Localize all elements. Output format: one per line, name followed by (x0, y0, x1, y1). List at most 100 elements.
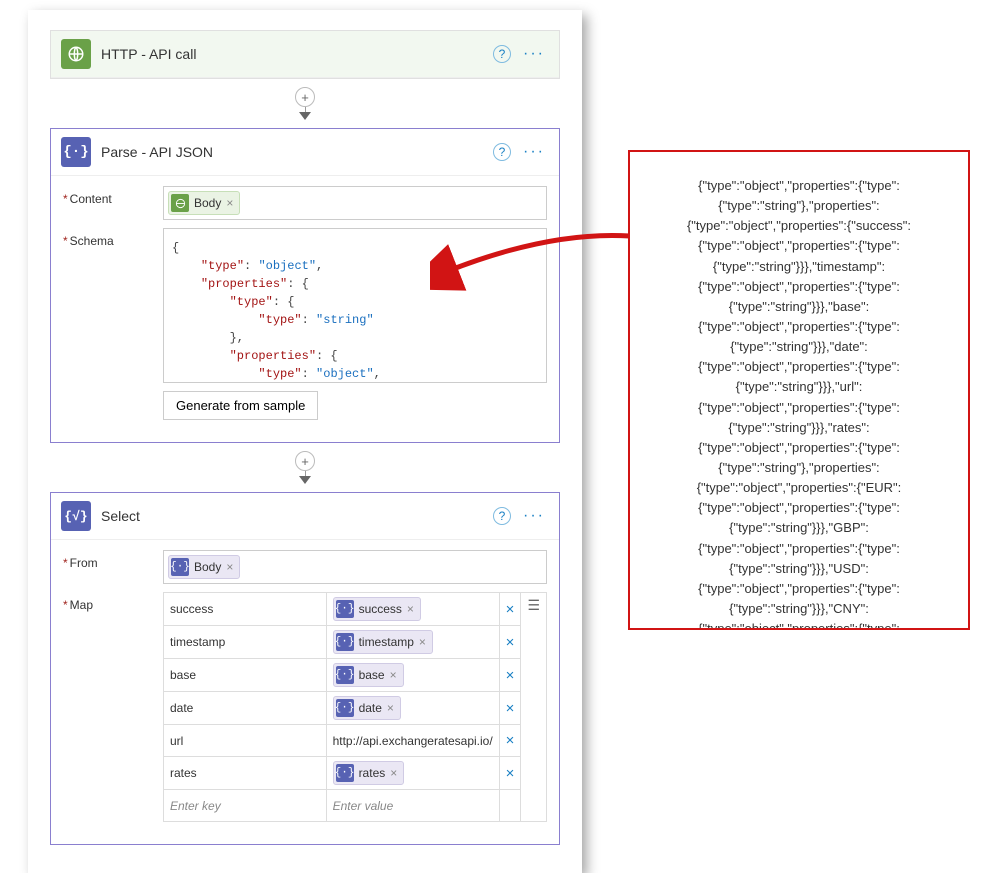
map-label: *Map (63, 592, 163, 612)
map-key-cell[interactable]: base (164, 659, 327, 692)
select-card[interactable]: {√} Select ? ··· *From {·} Body × (50, 492, 560, 845)
generate-from-sample-button[interactable]: Generate from sample (163, 391, 318, 420)
json-line: {"type":"object","properties":{"type": (644, 357, 954, 377)
remove-icon[interactable]: × (390, 766, 397, 780)
json-line: {"type":"object","properties":{"type": (644, 498, 954, 518)
torn-paper-bg: HTTP - API call ? ··· + {·} Parse - API … (28, 10, 582, 873)
arrow-down-icon (299, 112, 311, 120)
json-line: {"type":"object","properties":{"type": (644, 277, 954, 297)
parse-icon: {·} (61, 137, 91, 167)
map-row: timestamp{·}timestamp×× (164, 626, 547, 659)
json-line: {"type":"string"}}},"timestamp": (644, 257, 954, 277)
json-line: {"type":"object","properties":{"type": (644, 579, 954, 599)
globe-icon (61, 39, 91, 69)
clear-row-button[interactable]: × (499, 659, 521, 692)
map-value-cell[interactable]: {·}success× (326, 593, 499, 626)
remove-icon[interactable]: × (387, 701, 394, 715)
map-value-cell[interactable]: http://api.exchangeratesapi.io/ (326, 725, 499, 757)
body-token[interactable]: Body × (168, 191, 240, 215)
map-key-cell[interactable]: timestamp (164, 626, 327, 659)
json-line: {"type":"string"}}},"GBP": (644, 518, 954, 538)
clear-row-button[interactable]: × (499, 692, 521, 725)
map-key-cell[interactable]: url (164, 725, 327, 757)
map-value-cell[interactable]: {·}timestamp× (326, 626, 499, 659)
content-field[interactable]: Body × (163, 186, 547, 220)
json-line: {"type":"object","properties":{"type": (644, 176, 954, 196)
map-key-cell[interactable]: date (164, 692, 327, 725)
parse-title: Parse - API JSON (101, 144, 493, 160)
json-line: {"type":"object","properties":{"success"… (644, 216, 954, 236)
http-title: HTTP - API call (101, 46, 493, 62)
map-key-cell[interactable]: rates (164, 757, 327, 790)
map-value-cell[interactable]: {·}rates× (326, 757, 499, 790)
json-line: {"type":"object","properties":{"type": (644, 236, 954, 256)
json-output-panel: {"type":"object","properties":{"type":{"… (628, 150, 970, 630)
schema-textarea[interactable]: { "type": "object", "properties": { "typ… (163, 228, 547, 383)
json-line: {"type":"object","properties":{"type": (644, 398, 954, 418)
parse-icon: {·} (336, 600, 354, 618)
json-line: {"type":"string"}}},"base": (644, 297, 954, 317)
map-row: rates{·}rates×× (164, 757, 547, 790)
json-line: {"type":"string"}}},"rates": (644, 418, 954, 438)
map-row: success{·}success××☰ (164, 593, 547, 626)
map-value-input[interactable]: Enter value (326, 790, 499, 822)
field-token[interactable]: {·}success× (333, 597, 421, 621)
remove-icon[interactable]: × (226, 196, 233, 210)
remove-icon[interactable]: × (226, 560, 233, 574)
map-row: date{·}date×× (164, 692, 547, 725)
from-label: *From (63, 550, 163, 570)
from-field[interactable]: {·} Body × (163, 550, 547, 584)
json-line: {"type":"object","properties":{"type": (644, 317, 954, 337)
map-row-new: Enter keyEnter value (164, 790, 547, 822)
parse-icon: {·} (171, 558, 189, 576)
add-step-button[interactable]: + (295, 451, 315, 471)
help-icon[interactable]: ? (493, 143, 511, 161)
globe-icon (171, 194, 189, 212)
more-icon[interactable]: ··· (519, 507, 549, 525)
more-icon[interactable]: ··· (519, 143, 549, 161)
json-line: {"type":"string"},"properties": (644, 196, 954, 216)
clear-row-button[interactable]: × (499, 757, 521, 790)
http-card[interactable]: HTTP - API call ? ··· (50, 30, 560, 79)
more-icon[interactable]: ··· (519, 45, 549, 63)
map-value-cell[interactable]: {·}base× (326, 659, 499, 692)
select-title: Select (101, 508, 493, 524)
map-row: urlhttp://api.exchangeratesapi.io/× (164, 725, 547, 757)
switch-mode-button[interactable]: ☰ (521, 593, 547, 822)
map-key-input[interactable]: Enter key (164, 790, 327, 822)
map-row: base{·}base×× (164, 659, 547, 692)
field-token[interactable]: {·}date× (333, 696, 401, 720)
json-line: {"type":"object","properties":{"type": (644, 438, 954, 458)
json-line: {"type":"string"}}},"date": (644, 337, 954, 357)
clear-row-button[interactable]: × (499, 626, 521, 659)
connector: + (36, 87, 574, 120)
json-line: {"type":"string"},"properties": (644, 458, 954, 478)
clear-row-button[interactable]: × (499, 593, 521, 626)
parse-card[interactable]: {·} Parse - API JSON ? ··· *Content Body… (50, 128, 560, 443)
help-icon[interactable]: ? (493, 507, 511, 525)
field-token[interactable]: {·}rates× (333, 761, 405, 785)
parse-icon: {·} (336, 764, 354, 782)
json-line: {"type":"string"}}},"url": (644, 377, 954, 397)
connector: + (36, 451, 574, 484)
map-value-cell[interactable]: {·}date× (326, 692, 499, 725)
parse-icon: {·} (336, 699, 354, 717)
remove-icon[interactable]: × (419, 635, 426, 649)
body-token[interactable]: {·} Body × (168, 555, 240, 579)
json-line: {"type":"object","properties":{"EUR": (644, 478, 954, 498)
help-icon[interactable]: ? (493, 45, 511, 63)
remove-icon[interactable]: × (407, 602, 414, 616)
arrow-down-icon (299, 476, 311, 484)
select-icon: {√} (61, 501, 91, 531)
json-line: {"type":"string"}}},"USD": (644, 559, 954, 579)
parse-icon: {·} (336, 666, 354, 684)
add-step-button[interactable]: + (295, 87, 315, 107)
schema-label: *Schema (63, 228, 163, 248)
map-key-cell[interactable]: success (164, 593, 327, 626)
field-token[interactable]: {·}base× (333, 663, 404, 687)
remove-icon[interactable]: × (390, 668, 397, 682)
clear-row-button[interactable]: × (499, 725, 521, 757)
field-token[interactable]: {·}timestamp× (333, 630, 433, 654)
map-table: success{·}success××☰timestamp{·}timestam… (163, 592, 547, 822)
json-line: {"type":"object","properties":{"type": (644, 619, 954, 630)
